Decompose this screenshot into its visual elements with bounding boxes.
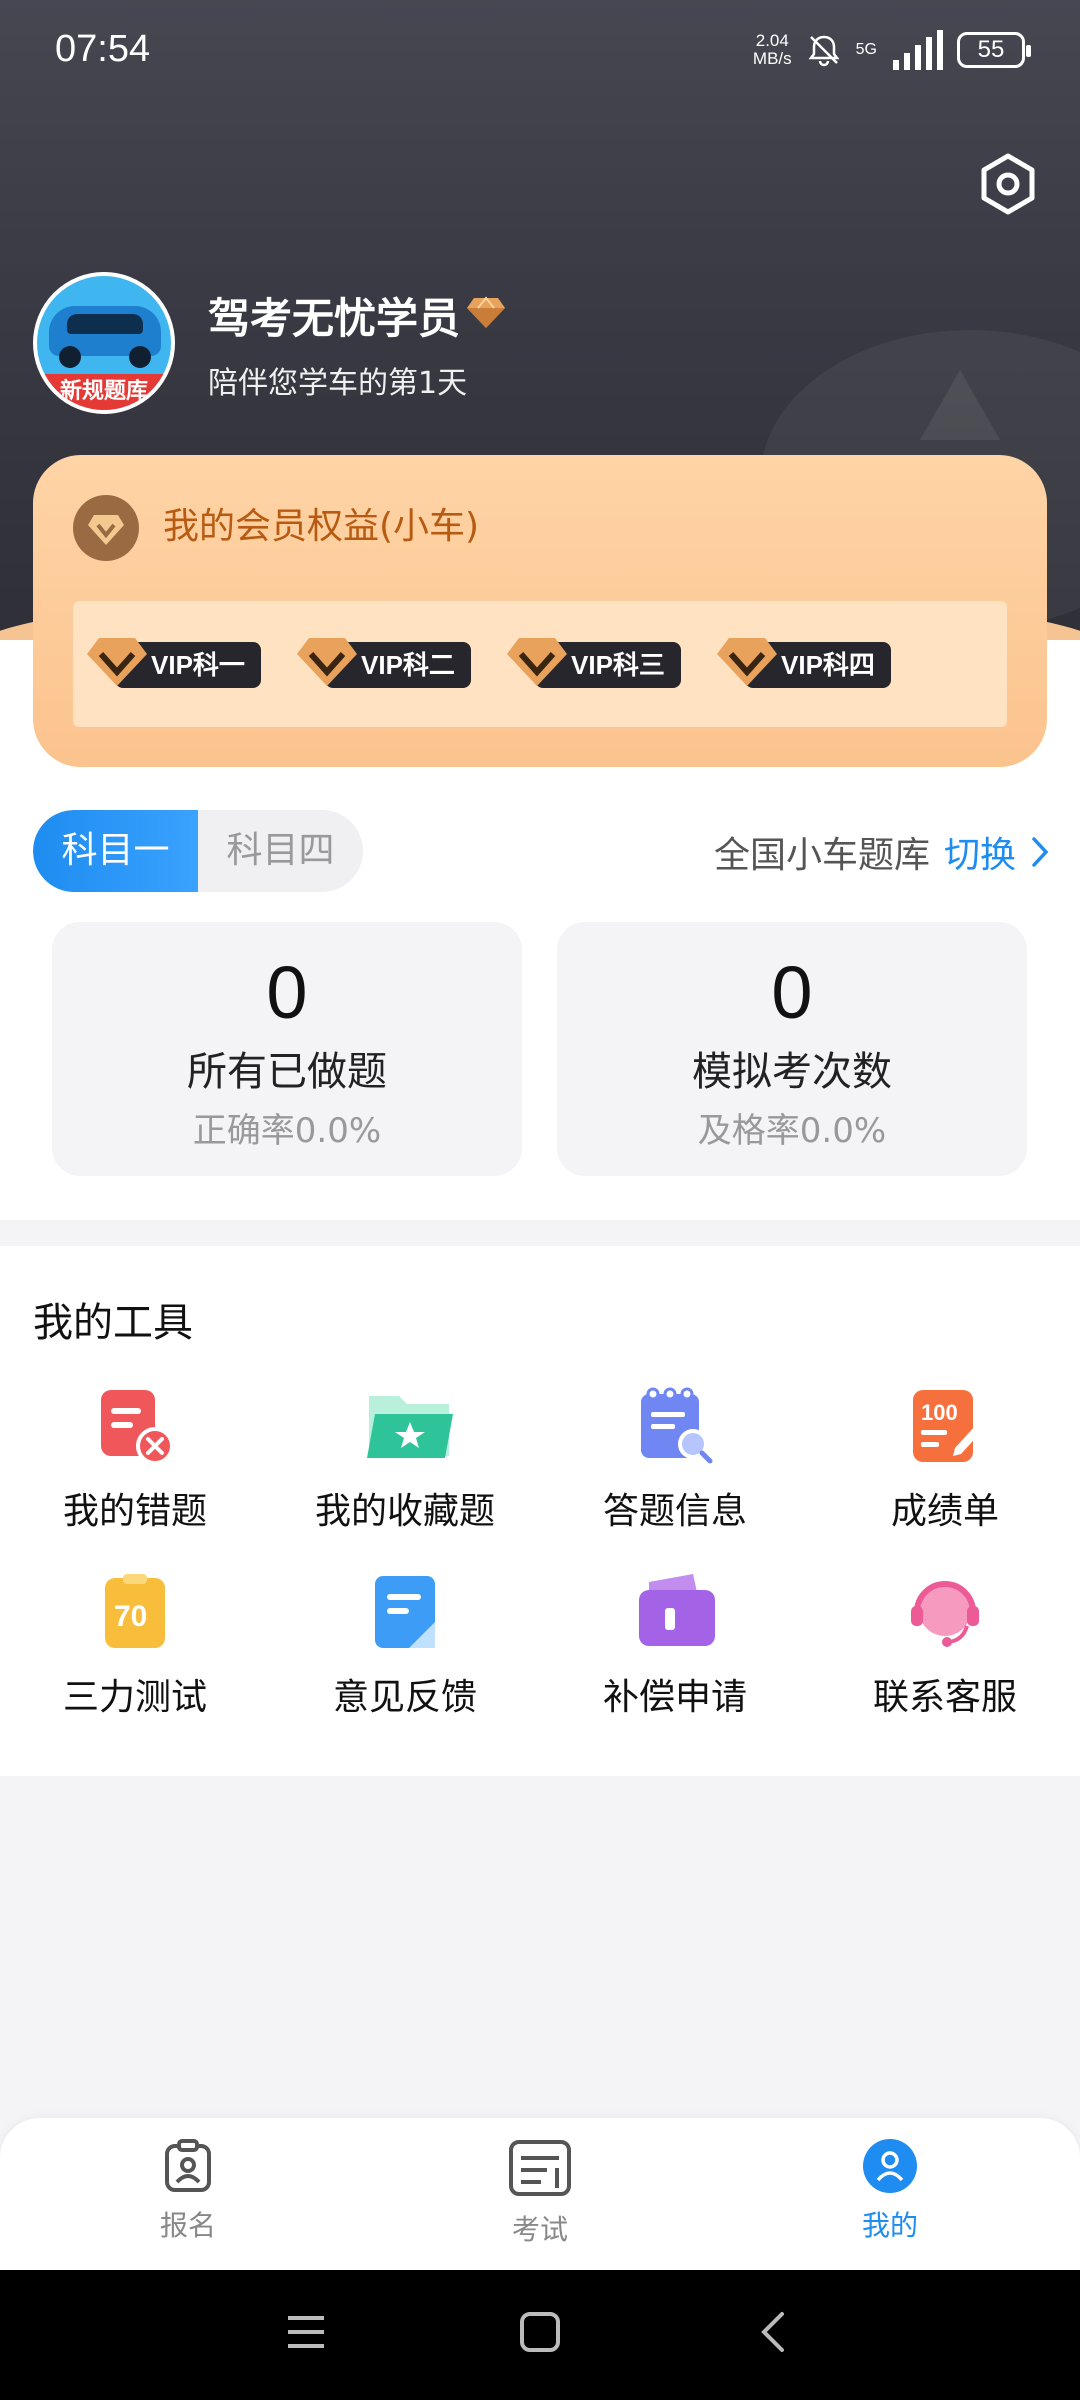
nav-register[interactable]: 报名 <box>88 2138 288 2244</box>
tool-feedback[interactable]: 意见反馈 <box>270 1572 540 1720</box>
chevron-right-icon <box>1032 837 1049 867</box>
exam-paper-icon <box>509 2140 571 2196</box>
vip-diamond-icon <box>717 638 777 686</box>
question-bank-label: 全国小车题库 <box>713 835 930 876</box>
stat-card-done-questions[interactable]: 0 所有已做题 正确率0.0% <box>52 922 522 1176</box>
tool-label: 意见反馈 <box>332 1677 477 1718</box>
tool-label: 联系客服 <box>872 1677 1017 1718</box>
vip-diamond-icon <box>507 638 567 686</box>
tool-answer-info[interactable]: 答题信息 <box>540 1386 810 1534</box>
tool-score-sheet[interactable]: 100 成绩单 <box>810 1386 1080 1534</box>
status-time: 07:54 <box>55 28 151 70</box>
stat-label: 模拟考次数 <box>692 1049 892 1095</box>
vip-diamond-icon <box>297 638 357 686</box>
bottom-navigation: 报名 考试 我的 <box>0 2118 1080 2270</box>
ability-test-icon: 70 <box>95 1572 175 1652</box>
question-bank-switcher[interactable]: 全国小车题库 切换 <box>714 826 1050 878</box>
battery-indicator: 55 <box>957 32 1031 68</box>
subject-tabs: 科目一 科目四 <box>33 810 363 892</box>
member-badge-icon <box>73 495 139 561</box>
tool-customer-service[interactable]: 联系客服 <box>810 1572 1080 1720</box>
car-window <box>67 314 143 334</box>
back-icon[interactable] <box>752 2310 796 2358</box>
header-decoration-peak <box>920 370 1000 440</box>
network-type: 5G <box>855 41 877 58</box>
profile-icon <box>863 2139 917 2193</box>
diamond-icon <box>466 291 506 340</box>
favorites-folder-icon <box>365 1386 453 1466</box>
stat-value: 0 <box>266 951 308 1034</box>
tool-label: 三力测试 <box>62 1677 207 1718</box>
net-speed-value: 2.04 <box>755 31 789 50</box>
system-navigation-bar <box>0 2270 1080 2400</box>
gear-icon[interactable] <box>972 150 1044 222</box>
tool-wrong-questions[interactable]: 我的错题 <box>0 1386 270 1534</box>
tool-label: 我的收藏题 <box>314 1491 495 1532</box>
tool-label: 答题信息 <box>602 1491 747 1532</box>
wrong-questions-icon <box>95 1386 175 1466</box>
nav-label: 我的 <box>861 2209 918 2242</box>
net-speed: 2.04 MB/s <box>753 32 792 68</box>
car-wheel <box>59 346 81 368</box>
bell-muted-icon <box>806 32 842 68</box>
signal-icon <box>891 30 943 70</box>
tool-favorites[interactable]: 我的收藏题 <box>270 1386 540 1534</box>
score-sheet-icon: 100 <box>905 1386 985 1466</box>
car-wheel <box>129 346 151 368</box>
avatar-ribbon: 新规题库 <box>37 374 171 410</box>
customer-service-icon <box>905 1572 985 1652</box>
vip-diamond-icon <box>87 638 147 686</box>
membership-title: 我的会员权益(小车) <box>163 506 480 547</box>
avatar[interactable]: 新规题库 <box>33 272 175 414</box>
stat-rate: 及格率0.0% <box>697 1111 887 1151</box>
nav-mine[interactable]: 我的 <box>790 2138 990 2244</box>
tool-compensation[interactable]: 补偿申请 <box>540 1572 810 1720</box>
stat-value: 0 <box>771 951 813 1034</box>
tab-subject-four[interactable]: 科目四 <box>198 810 363 892</box>
profile-subtitle: 陪伴您学车的第1天 <box>208 366 468 401</box>
tab-subject-one[interactable]: 科目一 <box>33 810 198 892</box>
vip-badge[interactable]: VIP科三 <box>505 638 681 690</box>
tool-ability-test[interactable]: 70 三力测试 <box>0 1572 270 1720</box>
stat-label: 所有已做题 <box>187 1049 387 1095</box>
stat-rate: 正确率0.0% <box>192 1111 382 1151</box>
username-row[interactable]: 驾考无忧学员 <box>208 285 506 346</box>
status-icons: 2.04 MB/s 5G 55 <box>753 30 1031 70</box>
membership-card[interactable]: 我的会员权益(小车) VIP科一 VIP科二 VIP科三 VIP科四 <box>33 455 1047 767</box>
vip-badge[interactable]: VIP科二 <box>295 638 471 690</box>
tool-label: 我的错题 <box>62 1491 207 1532</box>
vip-badge[interactable]: VIP科一 <box>85 638 261 690</box>
vip-badge[interactable]: VIP科四 <box>715 638 891 690</box>
clipboard-user-icon <box>165 2139 211 2192</box>
stat-card-mock-exams[interactable]: 0 模拟考次数 及格率0.0% <box>557 922 1027 1176</box>
nav-label: 考试 <box>511 2213 568 2246</box>
ability-icon-badge: 70 <box>114 1600 147 1633</box>
tools-section: 我的工具 我的错题 我的收藏题 答题信息 100 成绩单 70 三力测试 意见反… <box>0 1246 1080 1776</box>
tools-title: 我的工具 <box>33 1300 193 1346</box>
score-icon-text: 100 <box>921 1400 958 1425</box>
compensation-wallet-icon <box>635 1572 715 1652</box>
answer-info-icon <box>635 1386 715 1466</box>
tool-label: 补偿申请 <box>602 1677 747 1718</box>
username: 驾考无忧学员 <box>208 294 461 343</box>
tool-label: 成绩单 <box>890 1491 999 1532</box>
feedback-icon <box>365 1572 445 1652</box>
nav-label: 报名 <box>159 2209 216 2242</box>
home-icon[interactable] <box>518 2310 562 2358</box>
nav-exam[interactable]: 考试 <box>440 2138 640 2248</box>
net-speed-unit: MB/s <box>752 49 792 68</box>
menu-icon[interactable] <box>284 2310 328 2358</box>
switch-bank-link[interactable]: 切换 <box>944 826 1016 878</box>
vip-badge-strip: VIP科一 VIP科二 VIP科三 VIP科四 <box>73 601 1007 727</box>
